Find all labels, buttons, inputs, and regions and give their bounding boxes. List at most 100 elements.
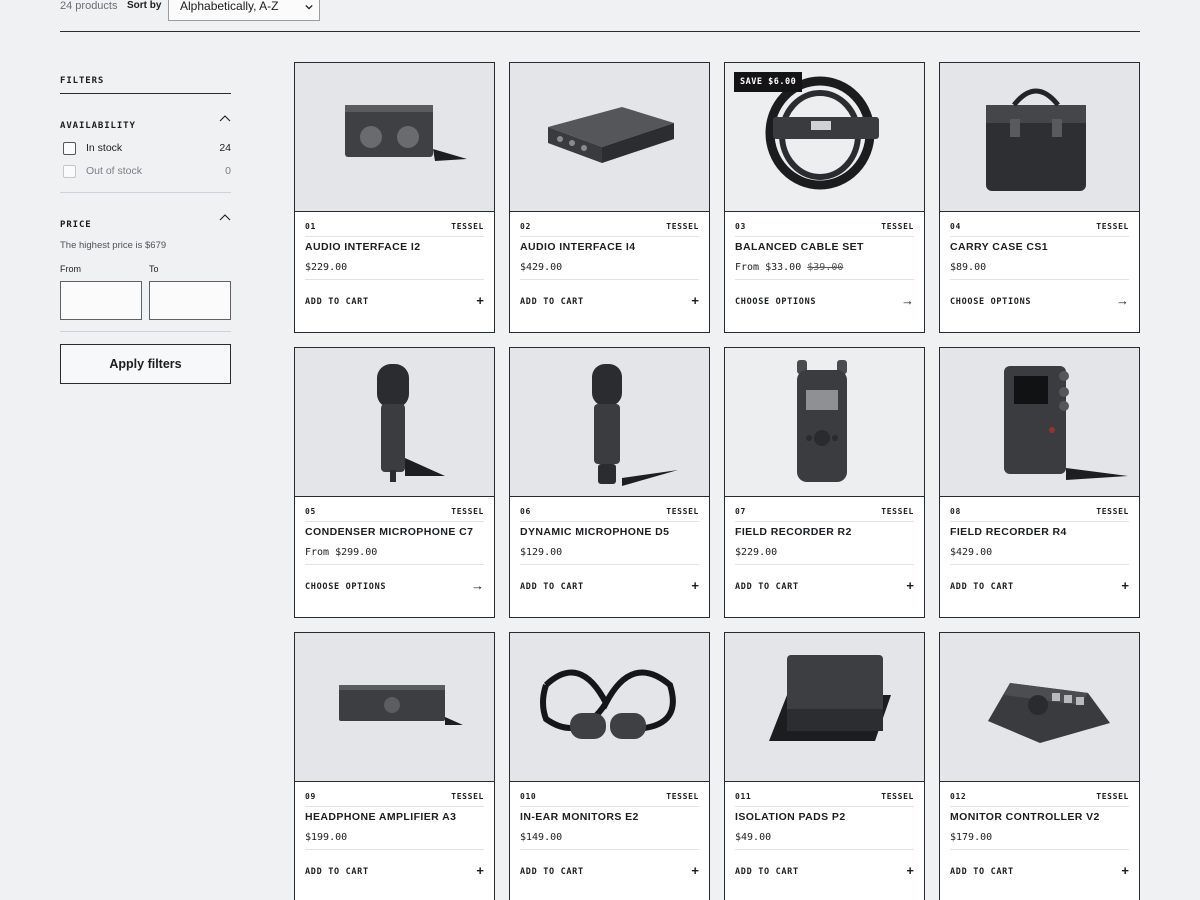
product-card[interactable]: 01 TESSEL AUDIO INTERFACE I2 $229.00 ADD TO …	[294, 62, 495, 333]
product-card[interactable]: SAVE $6.00 03 TESSEL BALANCED CABLE SET From…	[724, 62, 925, 333]
in-stock-checkbox[interactable]	[63, 142, 76, 155]
product-brand: TESSEL	[451, 792, 484, 801]
availability-option-in-stock[interactable]: In stock 24	[60, 140, 231, 156]
availability-option-out-of-stock[interactable]: Out of stock 0	[60, 163, 231, 179]
add-to-cart-button[interactable]: ADD TO CART	[305, 867, 369, 877]
plus-icon[interactable]: +	[691, 864, 699, 878]
plus-icon[interactable]: +	[1121, 864, 1129, 878]
plus-icon[interactable]: +	[1121, 579, 1129, 593]
product-card[interactable]: 04 TESSEL CARRY CASE CS1 $89.00 CHOOSE OPTIO…	[939, 62, 1140, 333]
product-meta: 01 TESSEL	[305, 222, 484, 237]
add-to-cart-button[interactable]: ADD TO CART	[950, 867, 1014, 877]
product-title[interactable]: AUDIO INTERFACE I2	[305, 241, 421, 253]
product-image[interactable]	[725, 633, 924, 782]
plus-icon[interactable]: +	[906, 864, 914, 878]
product-title[interactable]: HEADPHONE AMPLIFIER A3	[305, 811, 456, 823]
product-card[interactable]: 08 TESSEL FIELD RECORDER R4 $429.00 ADD TO C…	[939, 347, 1140, 618]
product-card[interactable]: 02 TESSEL AUDIO INTERFACE I4 $429.00 ADD TO …	[509, 62, 710, 333]
product-photo	[339, 685, 463, 725]
price-from-input[interactable]	[60, 281, 142, 320]
product-photo	[797, 360, 847, 482]
arrow-right-icon[interactable]: →	[901, 294, 914, 308]
product-image[interactable]	[510, 633, 709, 782]
product-title[interactable]: DYNAMIC MICROPHONE D5	[520, 526, 669, 538]
product-image[interactable]: SAVE $6.00	[725, 63, 924, 212]
plus-icon[interactable]: +	[476, 864, 484, 878]
product-card[interactable]: 06 TESSEL DYNAMIC MICROPHONE D5 $129.00 ADD …	[509, 347, 710, 618]
product-card[interactable]: 09 TESSEL HEADPHONE AMPLIFIER A3 $199.00 ADD…	[294, 632, 495, 900]
arrow-right-icon[interactable]: →	[1116, 294, 1129, 308]
add-to-cart-button[interactable]: ADD TO CART	[950, 582, 1014, 592]
product-title[interactable]: AUDIO INTERFACE I4	[520, 241, 636, 253]
product-photo	[986, 88, 1086, 191]
product-image[interactable]	[940, 633, 1139, 782]
price-value: From $33.00	[735, 262, 802, 273]
product-title[interactable]: ISOLATION PADS P2	[735, 811, 846, 823]
availability-filter: AVAILABILITY	[60, 115, 231, 133]
add-to-cart-button[interactable]: ADD TO CART	[520, 582, 584, 592]
product-image[interactable]	[295, 348, 494, 497]
product-brand: TESSEL	[881, 507, 914, 516]
apply-filters-button[interactable]: Apply filters	[60, 344, 231, 384]
product-title[interactable]: CARRY CASE CS1	[950, 241, 1048, 253]
product-image[interactable]	[295, 633, 494, 782]
plus-icon[interactable]: +	[691, 579, 699, 593]
product-image[interactable]	[940, 348, 1139, 497]
sort-label: Sort by	[127, 0, 162, 11]
arrow-right-icon[interactable]: →	[471, 579, 484, 593]
product-card[interactable]: 07 TESSEL FIELD RECORDER R2 $229.00 ADD TO C…	[724, 347, 925, 618]
price-header[interactable]: PRICE	[60, 214, 231, 232]
add-to-cart-button[interactable]: ADD TO CART	[520, 867, 584, 877]
product-title[interactable]: FIELD RECORDER R2	[735, 526, 852, 538]
product-title[interactable]: MONITOR CONTROLLER V2	[950, 811, 1100, 823]
product-meta: 010 TESSEL	[520, 792, 699, 807]
add-to-cart-button[interactable]: ADD TO CART	[735, 582, 799, 592]
price-value: $429.00	[950, 547, 993, 558]
product-image[interactable]	[510, 348, 709, 497]
product-photo	[592, 364, 678, 486]
product-card[interactable]: 010 TESSEL IN-EAR MONITORS E2 $149.00 ADD TO…	[509, 632, 710, 900]
price-to-input[interactable]	[149, 281, 231, 320]
product-title[interactable]: IN-EAR MONITORS E2	[520, 811, 639, 823]
plus-icon[interactable]: +	[906, 579, 914, 593]
product-title[interactable]: FIELD RECORDER R4	[950, 526, 1067, 538]
chevron-up-icon[interactable]	[219, 212, 231, 224]
product-price: $149.00	[520, 832, 699, 850]
product-brand: TESSEL	[1096, 792, 1129, 801]
product-image[interactable]	[295, 63, 494, 212]
product-card[interactable]: 05 TESSEL CONDENSER MICROPHONE C7 From $299…	[294, 347, 495, 618]
product-card[interactable]: 012 TESSEL MONITOR CONTROLLER V2 $179.00 ADD…	[939, 632, 1140, 900]
add-to-cart-button[interactable]: ADD TO CART	[305, 297, 369, 307]
out-of-stock-checkbox[interactable]	[63, 165, 76, 178]
product-image[interactable]	[940, 63, 1139, 212]
product-brand: TESSEL	[451, 222, 484, 231]
product-meta: 09 TESSEL	[305, 792, 484, 807]
product-count: 24 products	[60, 0, 118, 12]
product-card[interactable]: 011 TESSEL ISOLATION PADS P2 $49.00 ADD TO C…	[724, 632, 925, 900]
product-number: 04	[950, 222, 961, 231]
divider	[60, 192, 231, 193]
product-price: $199.00	[305, 832, 484, 850]
product-price: $429.00	[950, 547, 1129, 565]
product-meta: 04 TESSEL	[950, 222, 1129, 237]
availability-header[interactable]: AVAILABILITY	[60, 115, 231, 133]
plus-icon[interactable]: +	[691, 294, 699, 308]
product-price: $49.00	[735, 832, 914, 850]
choose-options-button[interactable]: CHOOSE OPTIONS	[735, 297, 816, 307]
product-image[interactable]	[510, 63, 709, 212]
choose-options-button[interactable]: CHOOSE OPTIONS	[950, 297, 1031, 307]
product-meta: 012 TESSEL	[950, 792, 1129, 807]
chevron-up-icon[interactable]	[219, 113, 231, 125]
sort-select[interactable]: Alphabetically, A-Z	[168, 0, 320, 21]
collection-toolbar: 24 products Sort by Alphabetically, A-Z	[60, 0, 1140, 32]
product-title[interactable]: BALANCED CABLE SET	[735, 241, 864, 253]
highest-price-text: The highest price is $679	[60, 240, 167, 251]
add-to-cart-button[interactable]: ADD TO CART	[735, 867, 799, 877]
plus-icon[interactable]: +	[476, 294, 484, 308]
product-title[interactable]: CONDENSER MICROPHONE C7	[305, 526, 473, 538]
choose-options-button[interactable]: CHOOSE OPTIONS	[305, 582, 386, 592]
product-price: $429.00	[520, 262, 699, 280]
product-image[interactable]	[725, 348, 924, 497]
add-to-cart-button[interactable]: ADD TO CART	[520, 297, 584, 307]
product-number: 010	[520, 792, 537, 801]
